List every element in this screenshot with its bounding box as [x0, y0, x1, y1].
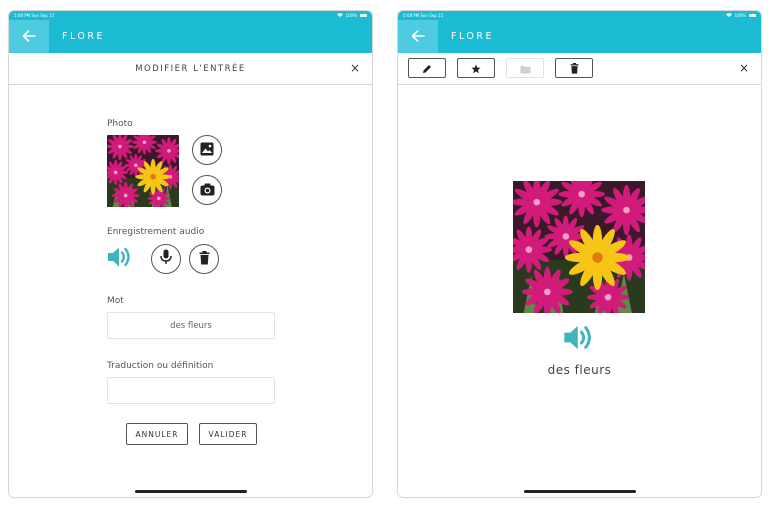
wifi-icon	[336, 11, 343, 20]
edit-button[interactable]	[408, 58, 446, 78]
edit-header: MODIFIER L'ENTRÉE ×	[9, 53, 372, 85]
entry-photo-thumbnail[interactable]	[107, 135, 179, 207]
app-header: FLORE	[398, 20, 761, 53]
trash-icon	[199, 250, 210, 269]
view-entry-screen: 5:08 PM Sun Sep 15 100% FLORE × des fleu…	[397, 10, 762, 498]
record-audio-button[interactable]	[151, 244, 181, 274]
play-audio-button[interactable]	[107, 247, 137, 271]
translation-input[interactable]	[107, 377, 275, 404]
edit-entry-screen: 5:08 PM Sun Sep 15 100% FLORE MODIFIER L…	[8, 10, 373, 498]
speaker-icon	[107, 246, 133, 272]
battery-percent: 100%	[345, 13, 357, 18]
back-button[interactable]	[398, 20, 438, 53]
audio-label: Enregistrement audio	[107, 227, 205, 237]
trash-icon	[570, 59, 579, 78]
validate-button[interactable]: VALIDER	[199, 423, 257, 445]
arrow-left-icon	[22, 27, 36, 46]
close-icon[interactable]: ×	[739, 61, 749, 75]
battery-percent: 100%	[734, 13, 746, 18]
arrow-left-icon	[411, 27, 425, 46]
folder-icon	[520, 59, 531, 78]
take-photo-button[interactable]	[192, 175, 222, 205]
word-input[interactable]	[107, 312, 275, 339]
move-to-folder-button[interactable]	[506, 58, 544, 78]
choose-image-button[interactable]	[192, 135, 222, 165]
photo-label: Photo	[107, 119, 133, 129]
app-header: FLORE	[9, 20, 372, 53]
delete-entry-button[interactable]	[555, 58, 593, 78]
battery-icon	[749, 13, 756, 18]
home-indicator	[523, 490, 636, 493]
star-icon	[471, 59, 481, 78]
app-title: FLORE	[451, 31, 494, 42]
status-time: 5:08 PM Sun Sep 15	[14, 13, 55, 18]
entry-word: des fleurs	[547, 363, 612, 377]
page-title: MODIFIER L'ENTRÉE	[135, 63, 246, 74]
entry-toolbar: ×	[398, 53, 761, 85]
pencil-icon	[422, 59, 432, 78]
status-bar: 5:08 PM Sun Sep 15 100%	[9, 11, 372, 20]
play-audio-button[interactable]	[562, 325, 596, 353]
translation-label: Traduction ou définition	[107, 361, 214, 371]
microphone-icon	[160, 249, 172, 269]
status-time: 5:08 PM Sun Sep 15	[403, 13, 444, 18]
app-title: FLORE	[62, 31, 105, 42]
close-icon[interactable]: ×	[350, 61, 360, 75]
status-bar: 5:08 PM Sun Sep 15 100%	[398, 11, 761, 20]
entry-photo	[513, 181, 645, 313]
home-indicator	[134, 490, 247, 493]
wifi-icon	[725, 11, 732, 20]
favorite-button[interactable]	[457, 58, 495, 78]
speaker-icon	[563, 324, 595, 355]
delete-audio-button[interactable]	[189, 244, 219, 274]
camera-icon	[200, 181, 215, 200]
gallery-icon	[200, 141, 214, 160]
word-label: Mot	[107, 296, 124, 306]
battery-icon	[360, 13, 367, 18]
back-button[interactable]	[9, 20, 49, 53]
cancel-button[interactable]: ANNULER	[126, 423, 188, 445]
